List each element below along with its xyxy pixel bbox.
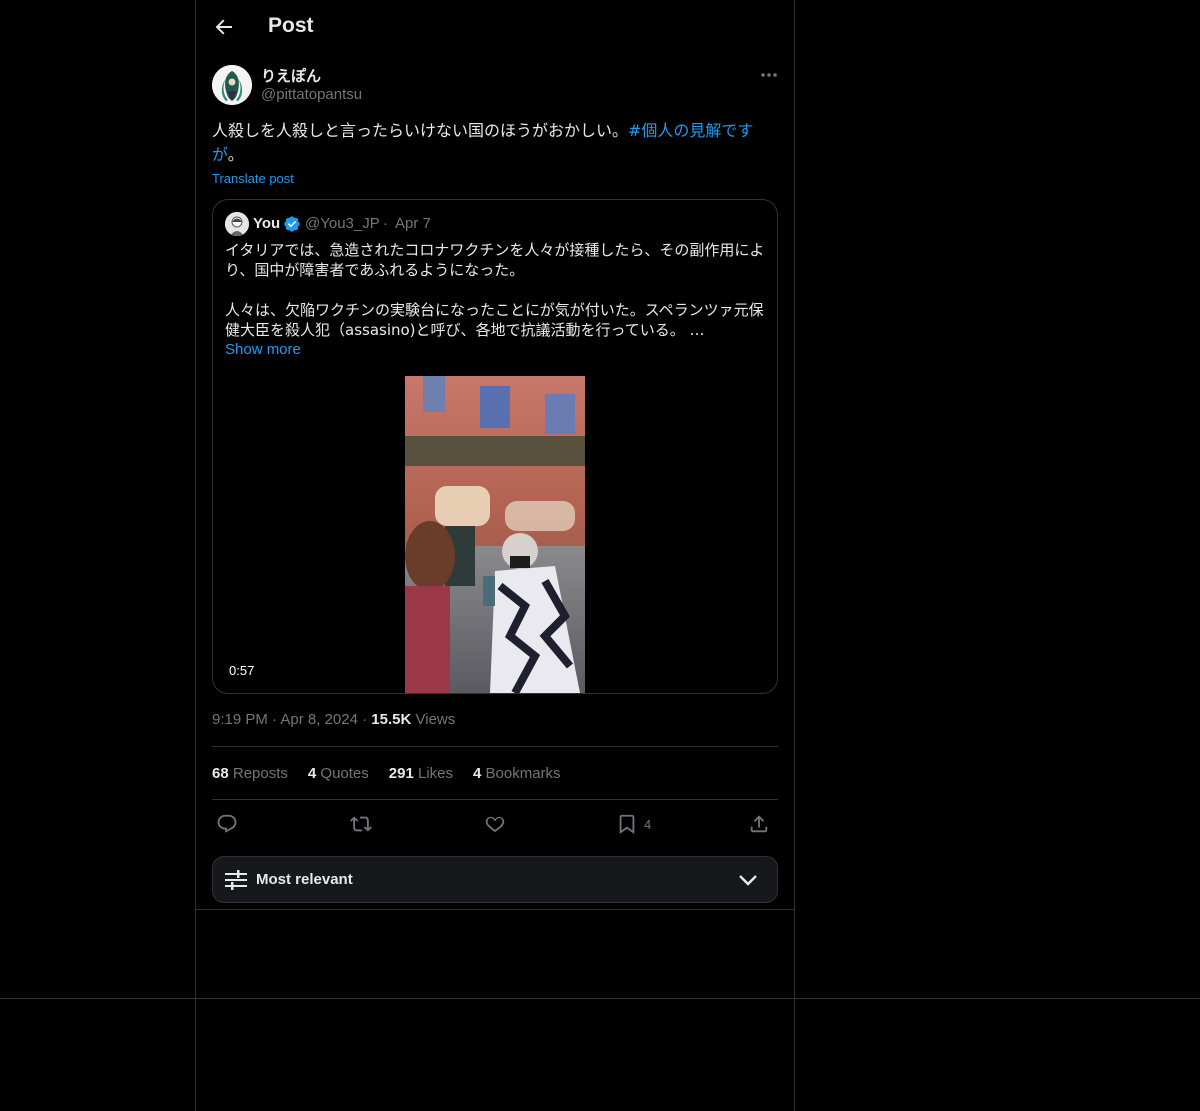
more-icon xyxy=(761,73,777,77)
chevron-down-icon xyxy=(739,875,757,886)
stat-reposts[interactable]: 68 Reposts xyxy=(212,765,288,782)
share-button[interactable] xyxy=(748,812,770,836)
column-divider xyxy=(196,909,794,910)
stat-bookmarks[interactable]: 4 Bookmarks xyxy=(473,765,561,782)
quoted-date[interactable]: Apr 7 xyxy=(395,215,431,232)
back-button[interactable] xyxy=(212,15,236,39)
repost-button[interactable] xyxy=(350,812,372,836)
views-count: 15.5K xyxy=(371,711,412,728)
meta-separator: · xyxy=(272,711,278,728)
post-text: 人殺しを人殺しと言ったらいけない国のほうがおかしい。#個人の見解ですが。 xyxy=(212,119,772,167)
bookmark-count: 4 xyxy=(644,816,652,832)
reply-icon xyxy=(217,814,237,833)
sort-label: Most relevant xyxy=(256,871,353,888)
share-icon xyxy=(750,815,768,833)
post-text-main: 人殺しを人殺しと言ったらいけない国のほうがおかしい。 xyxy=(212,121,629,140)
divider xyxy=(212,746,778,747)
divider xyxy=(212,799,778,800)
bookmark-icon xyxy=(619,814,635,835)
video-player[interactable] xyxy=(405,376,585,693)
primary-column: Post りえぽん @pittatopantsu 人殺しを人殺しと言ったらいけな… xyxy=(195,0,795,1111)
avatar[interactable] xyxy=(212,65,252,105)
post-time[interactable]: 9:19 PM xyxy=(212,711,268,728)
sliders-icon xyxy=(225,870,247,890)
video-thumbnail xyxy=(405,376,585,693)
like-icon xyxy=(485,816,505,833)
verified-icon xyxy=(283,215,301,233)
arrow-left-icon xyxy=(215,19,232,35)
quoted-text: イタリアでは、急造されたコロナワクチンを人々が接種したら、その副作用により、国中… xyxy=(225,241,765,339)
reply-button[interactable] xyxy=(216,812,238,836)
post-text-end: 。 xyxy=(227,145,244,164)
horizontal-divider xyxy=(0,998,1200,999)
quoted-handle[interactable]: @You3_JP xyxy=(305,215,380,232)
bookmark-button[interactable]: 4 xyxy=(616,812,651,836)
quoted-avatar[interactable] xyxy=(225,212,249,236)
more-button[interactable] xyxy=(756,66,782,84)
separator-dot: · xyxy=(383,215,388,232)
quoted-post[interactable]: You @You3_JP · Apr 7 イタリアでは、急造されたコロナワクチン… xyxy=(212,199,778,694)
quoted-avatar-image xyxy=(225,212,249,236)
post-date[interactable]: Apr 8, 2024 xyxy=(280,711,358,728)
author-handle[interactable]: @pittatopantsu xyxy=(261,86,362,103)
video-duration: 0:57 xyxy=(223,662,261,679)
views-label: Views xyxy=(415,711,456,728)
translate-post-link[interactable]: Translate post xyxy=(212,171,294,186)
avatar-image xyxy=(212,65,252,105)
stat-quotes[interactable]: 4 Quotes xyxy=(308,765,369,782)
engagement-stats: 68 Reposts 4 Quotes 291 Likes 4 Bookmark… xyxy=(212,765,561,782)
action-bar: 4 xyxy=(212,812,778,838)
author-display-name[interactable]: りえぽん xyxy=(261,65,321,86)
page-title: Post xyxy=(268,14,314,37)
reply-sort-dropdown[interactable]: Most relevant xyxy=(212,856,778,903)
meta-separator: · xyxy=(362,711,368,728)
quoted-display-name[interactable]: You xyxy=(253,215,280,232)
like-button[interactable] xyxy=(484,812,506,836)
show-more-link[interactable]: Show more xyxy=(225,341,301,358)
post-metadata: 9:19 PM · Apr 8, 2024 · 15.5K Views xyxy=(212,711,455,728)
stat-likes[interactable]: 291 Likes xyxy=(389,765,453,782)
post-header: Post xyxy=(196,0,794,54)
repost-icon xyxy=(350,816,372,832)
